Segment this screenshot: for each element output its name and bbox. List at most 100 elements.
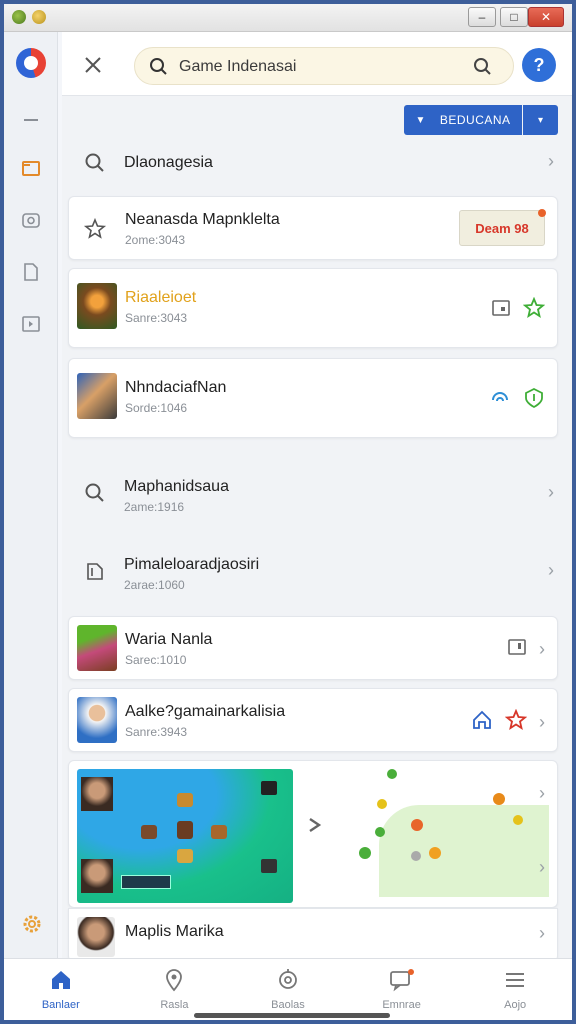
list-card[interactable]: Aalke?gamainarkalisia Sanre:3943 › xyxy=(68,688,558,752)
folder-icon[interactable] xyxy=(21,158,41,178)
list-card[interactable]: NhndaciafNan Sorde:1046 xyxy=(68,358,558,438)
filter-button[interactable]: ▼ BEDUCANA xyxy=(404,105,522,135)
side-rail xyxy=(4,32,58,958)
row-subtitle: 2arae:1060 xyxy=(124,578,185,592)
nav-menu[interactable]: Aojo xyxy=(458,959,572,1020)
arrow-right-icon[interactable] xyxy=(305,815,325,840)
list-card[interactable]: Neanasda Mapnklelta 2ome:3043 Deam 98 xyxy=(68,196,558,260)
bottom-navigation: Banlaer Rasla Baolas Emnrae Aojo xyxy=(4,958,572,1020)
media-preview-card[interactable]: › › xyxy=(68,760,558,908)
search-icon xyxy=(149,57,169,82)
list-item[interactable]: Pimaleloaradjaosiri 2arae:1060 › xyxy=(62,540,572,604)
nav-home[interactable]: Banlaer xyxy=(4,959,118,1020)
map-marker xyxy=(513,815,523,825)
nav-target[interactable]: Baolas xyxy=(231,959,345,1020)
nav-label: Rasla xyxy=(160,999,189,1011)
map-item xyxy=(177,821,193,839)
list-card[interactable]: Riaaleioet Sanre:3043 xyxy=(68,268,558,348)
nav-label: Baolas xyxy=(271,999,305,1011)
map-marker xyxy=(377,799,387,809)
settings-gear-icon[interactable] xyxy=(21,914,41,934)
map-item xyxy=(177,793,193,807)
tile-icon[interactable] xyxy=(507,637,527,662)
card-subtitle: Sorde:1046 xyxy=(125,401,188,415)
row-title: Dlaonagesia xyxy=(124,154,213,171)
tile-icon[interactable] xyxy=(491,298,511,323)
target-icon xyxy=(276,968,300,995)
map-marker xyxy=(429,847,441,859)
terrain-area xyxy=(379,805,549,897)
map-marker xyxy=(493,793,505,805)
camera-icon[interactable] xyxy=(21,210,41,230)
row-title: Maphanidsaua xyxy=(124,478,229,495)
document-icon xyxy=(84,560,106,582)
row-title: Pimaleloaradjaosiri xyxy=(124,556,260,573)
main-panel: Game Indenasai ? ▼ BEDUCANA ▾ Dlaonagesia… xyxy=(62,32,572,962)
maximize-button[interactable]: □ xyxy=(500,7,528,27)
chevron-right-icon: › xyxy=(539,857,545,877)
avatar xyxy=(77,917,115,957)
map-marker xyxy=(375,827,385,837)
search-submit-icon[interactable] xyxy=(473,57,493,82)
game-thumbnail xyxy=(77,373,117,419)
avatar xyxy=(77,697,117,743)
card-subtitle: Sanre:3043 xyxy=(125,311,188,325)
brand-logo-icon xyxy=(16,48,46,78)
map-item xyxy=(211,825,227,839)
map-marker xyxy=(411,819,423,831)
chevron-right-icon: › xyxy=(548,482,554,502)
star-outline-icon xyxy=(83,217,107,246)
app-window: – □ ✕ Game Indenasai ? ▼ BEDUCANA ▾ Dlao… xyxy=(0,0,576,1024)
list-card[interactable]: Maplis Marika › xyxy=(68,908,558,962)
star-icon[interactable] xyxy=(522,296,546,324)
map-item xyxy=(261,781,277,795)
game-map-preview[interactable] xyxy=(77,769,293,903)
app-logo-icon xyxy=(12,10,26,24)
app-logo-secondary-icon xyxy=(32,10,46,24)
menu-icon xyxy=(503,968,527,995)
map-marker xyxy=(387,769,397,779)
map-item xyxy=(141,825,157,839)
avatar xyxy=(81,777,113,811)
list-item[interactable]: Maphanidsaua 2ame:1916 › xyxy=(62,462,572,526)
header-bar: Game Indenasai ? xyxy=(62,32,572,96)
media-icon[interactable] xyxy=(21,314,41,334)
location-icon xyxy=(162,968,186,995)
shield-icon[interactable] xyxy=(523,387,545,414)
nav-messages[interactable]: Emnrae xyxy=(345,959,459,1020)
map-item xyxy=(261,859,277,873)
search-icon xyxy=(84,482,106,504)
card-title: Maplis Marika xyxy=(125,923,224,940)
suggestion-row[interactable]: Dlaonagesia › xyxy=(62,136,572,192)
promo-badge[interactable]: Deam 98 xyxy=(459,209,546,246)
star-icon[interactable] xyxy=(504,708,528,736)
refresh-icon[interactable] xyxy=(489,387,511,414)
nav-label: Aojo xyxy=(504,999,527,1011)
close-icon[interactable] xyxy=(82,54,104,76)
search-icon xyxy=(84,152,106,174)
game-thumbnail xyxy=(77,283,117,329)
help-button[interactable]: ? xyxy=(522,48,556,82)
nav-label: Banlaer xyxy=(41,999,80,1011)
card-title: Waria Nanla xyxy=(125,631,213,648)
chevron-right-icon: › xyxy=(539,783,545,803)
card-subtitle: 2ome:3043 xyxy=(125,233,186,247)
chevron-right-icon: › xyxy=(539,712,545,732)
chevron-right-icon: › xyxy=(548,560,554,580)
list-card[interactable]: Waria Nanla Sarec:1010 › xyxy=(68,616,558,680)
dash-icon[interactable] xyxy=(21,110,41,130)
search-input[interactable]: Game Indenasai xyxy=(179,58,296,76)
minimize-button[interactable]: – xyxy=(468,7,496,27)
nav-location[interactable]: Rasla xyxy=(118,959,232,1020)
search-field[interactable]: Game Indenasai xyxy=(134,47,514,85)
card-subtitle: Sanre:3943 xyxy=(125,725,188,739)
row-subtitle: 2ame:1916 xyxy=(124,500,185,514)
home-outline-icon[interactable] xyxy=(471,709,493,736)
nav-label: Emnrae xyxy=(382,999,421,1011)
filter-label: BEDUCANA xyxy=(439,113,511,127)
chevron-down-icon: ▼ xyxy=(415,114,426,126)
card-title: Riaaleioet xyxy=(125,289,197,306)
filter-dropdown-button[interactable]: ▾ xyxy=(523,105,558,135)
close-window-button[interactable]: ✕ xyxy=(528,7,564,27)
document-icon[interactable] xyxy=(21,262,41,282)
